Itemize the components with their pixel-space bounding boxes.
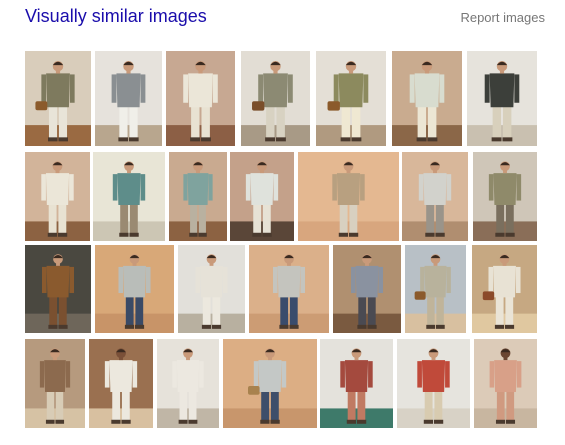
fashion-model-photo xyxy=(405,245,466,333)
image-grid xyxy=(0,0,565,445)
fashion-model-photo xyxy=(169,152,227,241)
fashion-model-photo xyxy=(25,152,90,241)
similar-image-thumbnail[interactable] xyxy=(316,51,386,146)
similar-image-thumbnail[interactable] xyxy=(25,152,90,241)
similar-image-thumbnail[interactable] xyxy=(473,152,537,241)
similar-image-thumbnail[interactable] xyxy=(298,152,399,241)
fashion-model-photo xyxy=(473,152,537,241)
fashion-model-photo xyxy=(178,245,245,333)
fashion-model-photo xyxy=(157,339,219,428)
fashion-model-photo xyxy=(472,245,537,333)
similar-image-thumbnail[interactable] xyxy=(89,339,153,428)
similar-image-thumbnail[interactable] xyxy=(166,51,235,146)
similar-image-thumbnail[interactable] xyxy=(397,339,470,428)
similar-image-thumbnail[interactable] xyxy=(93,152,165,241)
fashion-model-photo xyxy=(333,245,401,333)
fashion-model-photo xyxy=(25,245,91,333)
similar-image-thumbnail[interactable] xyxy=(223,339,317,428)
similar-image-thumbnail[interactable] xyxy=(241,51,310,146)
similar-image-thumbnail[interactable] xyxy=(157,339,219,428)
fashion-model-photo xyxy=(166,51,235,146)
similar-image-thumbnail[interactable] xyxy=(25,339,85,428)
similar-image-thumbnail[interactable] xyxy=(169,152,227,241)
fashion-model-photo xyxy=(402,152,468,241)
similar-image-thumbnail[interactable] xyxy=(25,51,91,146)
fashion-model-photo xyxy=(89,339,153,428)
fashion-model-photo xyxy=(95,245,174,333)
similar-image-thumbnail[interactable] xyxy=(95,245,174,333)
similar-image-thumbnail[interactable] xyxy=(472,245,537,333)
fashion-model-photo xyxy=(298,152,399,241)
fashion-model-photo xyxy=(392,51,462,146)
similar-image-thumbnail[interactable] xyxy=(474,339,537,428)
similar-image-thumbnail[interactable] xyxy=(320,339,393,428)
fashion-model-photo xyxy=(241,51,310,146)
fashion-model-photo xyxy=(249,245,329,333)
fashion-model-photo xyxy=(467,51,537,146)
fashion-model-photo xyxy=(223,339,317,428)
fashion-model-photo xyxy=(25,339,85,428)
similar-image-thumbnail[interactable] xyxy=(405,245,466,333)
similar-image-thumbnail[interactable] xyxy=(333,245,401,333)
fashion-model-photo xyxy=(397,339,470,428)
fashion-model-photo xyxy=(93,152,165,241)
similar-image-thumbnail[interactable] xyxy=(230,152,294,241)
similar-image-thumbnail[interactable] xyxy=(402,152,468,241)
fashion-model-photo xyxy=(316,51,386,146)
similar-image-thumbnail[interactable] xyxy=(95,51,162,146)
fashion-model-photo xyxy=(95,51,162,146)
fashion-model-photo xyxy=(25,51,91,146)
similar-image-thumbnail[interactable] xyxy=(392,51,462,146)
fashion-model-photo xyxy=(474,339,537,428)
similar-image-thumbnail[interactable] xyxy=(25,245,91,333)
similar-image-thumbnail[interactable] xyxy=(249,245,329,333)
similar-image-thumbnail[interactable] xyxy=(467,51,537,146)
fashion-model-photo xyxy=(320,339,393,428)
similar-image-thumbnail[interactable] xyxy=(178,245,245,333)
fashion-model-photo xyxy=(230,152,294,241)
